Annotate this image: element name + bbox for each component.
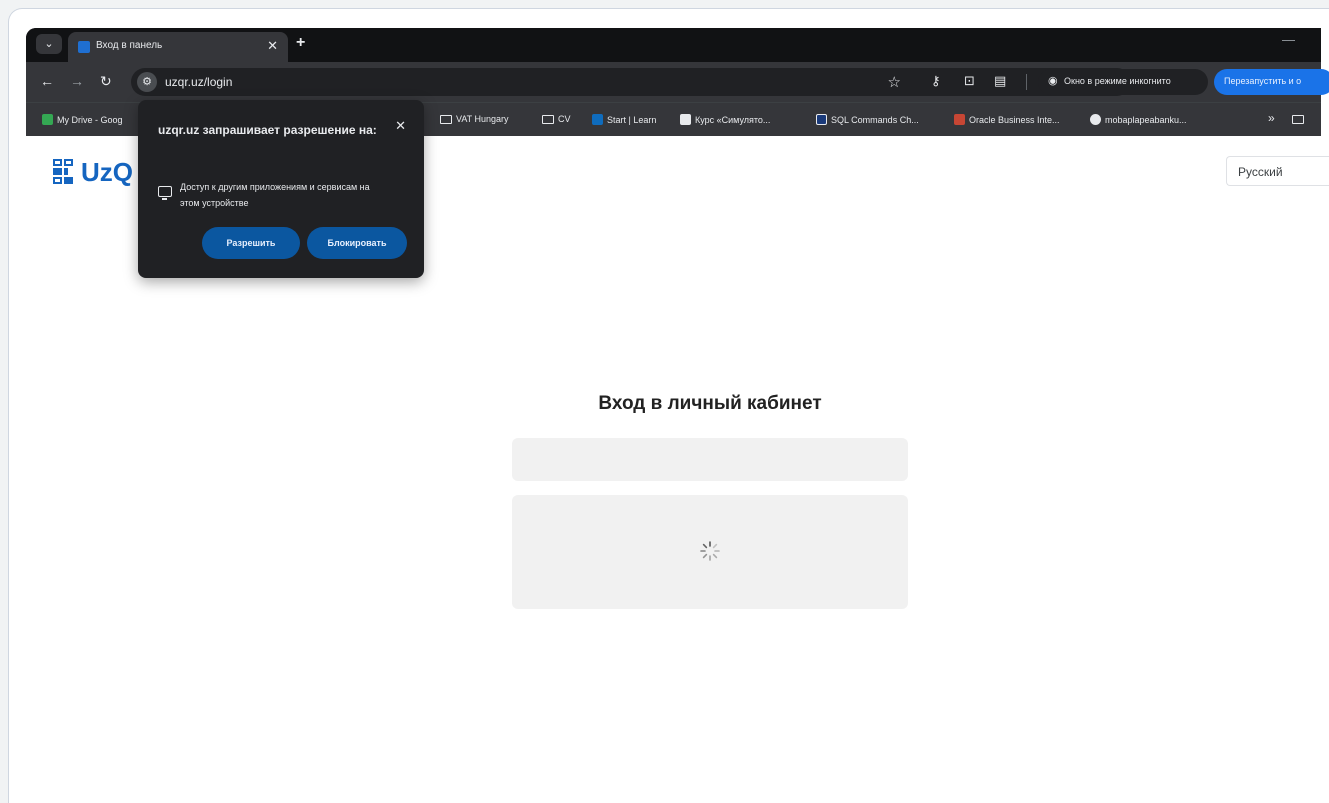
allow-button[interactable]: Разрешить [202,227,300,259]
sidepanel-icon[interactable]: ▤ [994,73,1006,89]
login-field-placeholder[interactable] [512,438,908,481]
back-icon[interactable]: ← [40,73,54,89]
bookmark-item[interactable]: Курс «Симулято... [680,114,770,125]
bookmarks-more-icon[interactable]: » [1268,111,1275,125]
close-icon[interactable]: ✕ [395,118,406,134]
permission-description: Доступ к другим приложениям и сервисам н… [180,182,370,208]
bookmark-item[interactable]: VAT Hungary [440,114,509,124]
course-icon [680,114,691,125]
globe-icon [1090,114,1101,125]
sql-icon [816,114,827,125]
browser-toolbar: ← → ↻ ⚙ uzqr.uz/login ☆ ⚷ ⊡ ▤ ◉ Окно в р… [26,62,1329,102]
tab-title: Вход в панель [96,40,163,51]
all-bookmarks-folder[interactable] [1292,114,1308,124]
reload-icon[interactable]: ↻ [100,73,112,90]
block-button[interactable]: Блокировать [307,227,407,259]
folder-icon [1292,115,1304,124]
captcha-loading-area[interactable] [512,495,908,609]
relaunch-button[interactable]: Перезапустить и о [1214,69,1329,95]
chevron-down-icon[interactable]: ⌄ [36,34,62,54]
permission-prompt-title: uzqr.uz запрашивает разрешение на: [158,123,377,137]
tab-strip: ⌄ Вход в панель ✕ + — [26,28,1321,62]
incognito-label: Окно в режиме инкогнито [1064,76,1171,86]
minimize-icon[interactable]: — [1282,32,1295,47]
toolbar-divider [1026,74,1027,90]
incognito-badge[interactable]: ◉ Окно в режиме инкогнито [1038,69,1208,95]
bookmark-item[interactable]: SQL Commands Ch... [816,114,919,125]
bookmark-item[interactable]: CV [542,114,571,124]
incognito-icon: ◉ [1048,75,1058,87]
folder-icon [440,115,452,124]
bookmark-item[interactable]: My Drive - Goog [42,114,123,125]
site-info-icon[interactable]: ⚙ [137,72,157,92]
language-select[interactable]: Русский [1226,156,1329,186]
qr-logo-icon [53,159,73,184]
loading-spinner-icon [700,541,720,561]
google-drive-icon [42,114,53,125]
language-value: Русский [1238,165,1283,179]
logo-text: UzQ [81,157,133,187]
permission-prompt: uzqr.uz запрашивает разрешение на: ✕ Дос… [138,100,424,278]
bookmark-item[interactable]: Start | Learn [592,114,656,125]
bookmark-star-icon[interactable]: ☆ [888,73,901,91]
monitor-icon [158,186,172,200]
oracle-icon [954,114,965,125]
uzqr-favicon-icon [78,41,90,53]
forward-icon[interactable]: → [70,73,84,89]
tab-login[interactable]: Вход в панель ✕ [68,32,288,62]
new-tab-button[interactable]: + [296,34,305,52]
lens-icon[interactable]: ⊡ [964,73,975,89]
page-title: Вход в личный кабинет [598,393,822,414]
learn-icon [592,114,603,125]
address-bar[interactable]: ⚙ uzqr.uz/login ☆ [131,68,1131,96]
password-key-icon[interactable]: ⚷ [931,73,941,89]
relaunch-label: Перезапустить и о [1224,76,1302,86]
close-tab-icon[interactable]: ✕ [267,38,278,54]
folder-icon [542,115,554,124]
bookmark-item[interactable]: mobaplapeabanku... [1090,114,1187,125]
bookmark-item[interactable]: Oracle Business Inte... [954,114,1060,125]
url-text[interactable]: uzqr.uz/login [165,75,232,89]
